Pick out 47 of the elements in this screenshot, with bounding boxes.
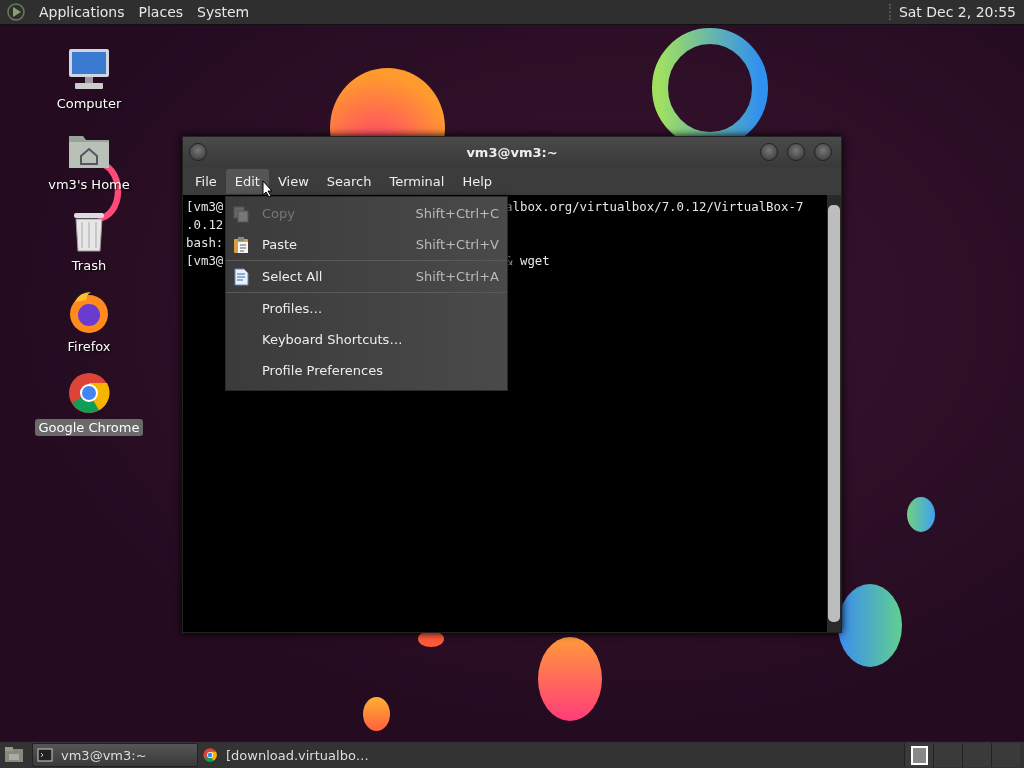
close-button[interactable] xyxy=(814,143,832,161)
taskbar-button[interactable]: vm3@vm3:~ xyxy=(32,743,198,767)
panel-logo-icon[interactable] xyxy=(6,2,26,22)
terminal-text: [vm3@ xyxy=(186,198,224,216)
menu-item[interactable]: Keyboard Shortcuts… xyxy=(226,324,507,355)
terminal-text: albox.org/virtualbox/7.0.12/VirtualBox-7 xyxy=(505,198,804,216)
menu-item[interactable]: Profiles… xyxy=(226,293,507,324)
paste-icon xyxy=(232,235,250,254)
panel-menu[interactable]: System xyxy=(190,4,257,20)
menu-item[interactable]: Select All Shift+Ctrl+A xyxy=(226,261,507,292)
copy-icon xyxy=(232,204,250,223)
chrome-icon xyxy=(202,747,218,763)
balloon-decoration xyxy=(363,697,390,731)
shortcut-label: Shift+Ctrl+C xyxy=(415,206,499,221)
menu-item[interactable]: Profile Preferences xyxy=(226,355,507,386)
scrollbar[interactable] xyxy=(827,195,841,632)
menu-bar-item[interactable]: Terminal xyxy=(380,168,454,194)
workspace-switcher-item[interactable] xyxy=(904,743,933,767)
panel-menu[interactable]: Applications xyxy=(32,4,132,20)
taskbar-button[interactable]: [download.virtualbo… xyxy=(198,744,374,766)
terminal-icon xyxy=(37,747,53,763)
window-title: vm3@vm3:~ xyxy=(466,144,558,160)
window-menu-button[interactable] xyxy=(189,143,207,161)
clock[interactable]: Sat Dec 2, 20:55 xyxy=(888,4,1024,20)
terminal-text: .0.12 xyxy=(186,216,224,234)
shortcut-label: Shift+Ctrl+A xyxy=(415,269,499,284)
terminal-text: [vm3@ xyxy=(186,252,224,270)
shortcut-label: Shift+Ctrl+V xyxy=(415,237,499,252)
maximize-button[interactable] xyxy=(787,143,805,161)
desktop-icon-label[interactable]: Google Chrome xyxy=(34,419,144,436)
workspace-switcher-item[interactable] xyxy=(962,743,991,767)
desktop-icon-label[interactable]: Firefox xyxy=(63,338,115,355)
menu-bar-item[interactable]: File xyxy=(186,168,226,194)
select-icon xyxy=(232,267,250,286)
menu-item[interactable]: Paste Shift+Ctrl+V xyxy=(226,229,507,260)
menu-bar-item[interactable]: Edit xyxy=(225,168,269,194)
terminal-text: bash: xyxy=(186,234,224,252)
menu-bar-item[interactable]: Search xyxy=(317,168,381,194)
desktop-icon-label[interactable]: Computer xyxy=(52,95,126,112)
desktop-icon-label[interactable]: Trash xyxy=(67,257,111,274)
menu-bar-item[interactable]: Help xyxy=(453,168,502,194)
minimize-button[interactable] xyxy=(760,143,778,161)
workspace-switcher-item[interactable] xyxy=(933,743,962,767)
show-desktop-icon[interactable] xyxy=(4,746,24,764)
balloon-decoration xyxy=(907,497,935,532)
panel-menu[interactable]: Places xyxy=(131,4,191,20)
workspace-switcher-item[interactable] xyxy=(991,743,1020,767)
